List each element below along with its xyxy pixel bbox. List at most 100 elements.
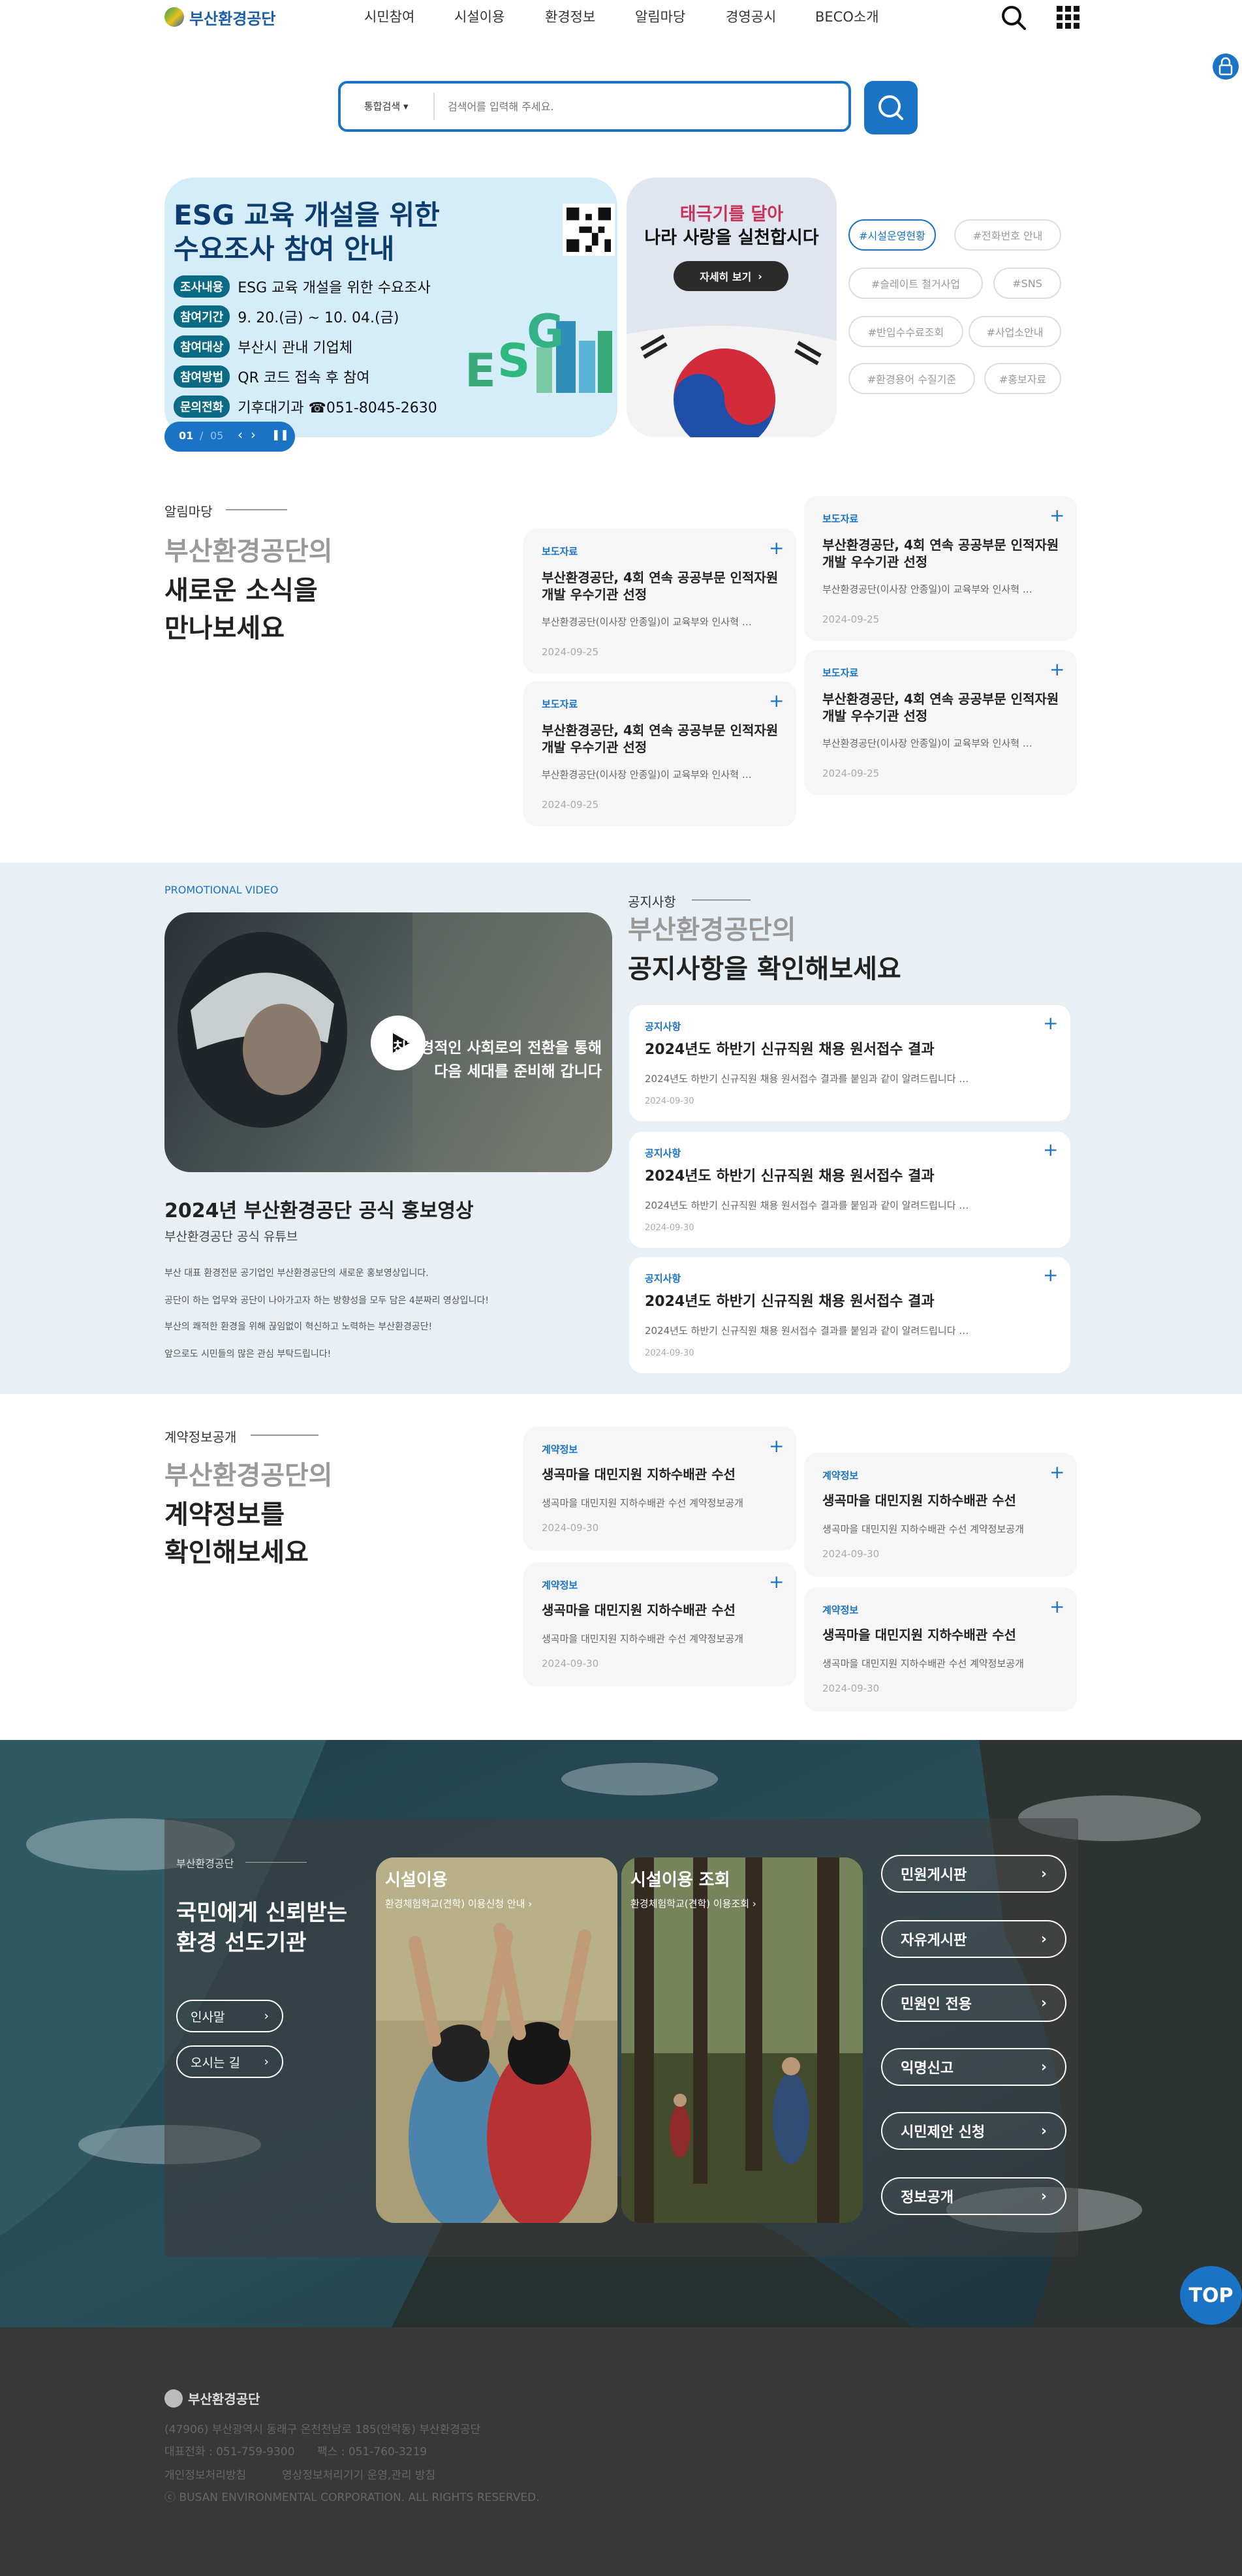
banner-row: 참여기간 9. 20.(금) ~ 10. 04.(금)	[174, 305, 399, 328]
banner-pause-icon[interactable]: ❚❚	[272, 428, 289, 441]
quick-link-free-board[interactable]: 자유게시판 ›	[881, 1920, 1066, 1958]
banner-prev-icon[interactable]: ‹	[238, 427, 243, 442]
quick-link-label: 민원인 전용	[901, 1996, 972, 2013]
promo-label: PROMOTIONAL VIDEO	[164, 884, 279, 896]
quick-link-label: 민원게시판	[901, 1867, 967, 1884]
footer-video-policy-link[interactable]: 영상정보처리기기 운영,관리 방침	[282, 2466, 435, 2482]
esg-banner[interactable]: ESG 교육 개설을 위한 수요조사 참여 안내 조사내용 ESG 교육 개설을 …	[164, 178, 617, 437]
about-slogan-line2: 환경 선도기관	[176, 1930, 307, 1956]
contract-card[interactable]: 계약정보 + 생곡마을 대민지원 지하수배관 수선 생곡마을 대민지원 지하수배…	[523, 1562, 796, 1686]
quick-link-petitioner[interactable]: 민원인 전용 ›	[881, 1984, 1066, 2022]
site-logo[interactable]: 부산환경공단	[164, 5, 275, 29]
news-title-line1: 새로운 소식을	[164, 576, 318, 606]
news-card[interactable]: 보도자료 + 부산환경공단, 4회 연속 공공부문 인적자원 개발 우수기관 선…	[804, 650, 1077, 795]
facility-card[interactable]: 시설이용 환경체험학교(견학) 이용신청 안내 ›	[376, 1857, 617, 2223]
search-divider	[433, 93, 435, 120]
contract-card[interactable]: 계약정보 + 생곡마을 대민지원 지하수배관 수선 생곡마을 대민지원 지하수배…	[523, 1427, 796, 1551]
search-category-select[interactable]: 통합검색 ▾	[364, 99, 409, 113]
quick-link-complaints[interactable]: 민원게시판 ›	[881, 1855, 1066, 1893]
notice-card[interactable]: 공지사항 + 2024년도 하반기 신규직원 채용 원서접수 결과 2024년도…	[629, 1132, 1070, 1248]
nav-item-participation[interactable]: 시민참여	[364, 7, 414, 26]
news-card[interactable]: 보도자료 + 부산환경공단, 4회 연속 공공부문 인적자원 개발 우수기관 선…	[804, 496, 1077, 641]
tag-fee-lookup[interactable]: #반입수수료조회	[848, 316, 963, 347]
banner-row-tag: 참여대상	[174, 335, 230, 358]
tag-facility-status[interactable]: #시설운영현황	[848, 219, 936, 251]
banner-row: 문의전화 기후대기과 ☎051-8045-2630	[174, 396, 437, 418]
banner-next-icon[interactable]: ›	[251, 427, 256, 442]
nav-item-env-info[interactable]: 환경정보	[545, 7, 595, 26]
footer-address: (47906) 부산광역시 동래구 온천천남로 185(안락동) 부산환경공단	[164, 2423, 481, 2436]
tag-pr-materials[interactable]: #홍보자료	[984, 363, 1061, 394]
banner-row-tag: 조사내용	[174, 275, 230, 298]
card-desc: 2024년도 하반기 신규직원 채용 원서접수 결과를 붙임과 같이 알려드립니…	[645, 1325, 969, 1337]
contract-card[interactable]: 계약정보 + 생곡마을 대민지원 지하수배관 수선 생곡마을 대민지원 지하수배…	[804, 1587, 1077, 1711]
banner-row: 참여방법 QR 코드 접속 후 참여	[174, 365, 370, 388]
news-card[interactable]: 보도자료 + 부산환경공단, 4회 연속 공공부문 인적자원 개발 우수기관 선…	[523, 681, 796, 826]
banner-title: ESG 교육 개설을 위한 수요조사 참여 안내	[174, 199, 440, 265]
card-category: 보도자료	[822, 513, 859, 525]
quick-link-anonymous-report[interactable]: 익명신고 ›	[881, 2048, 1066, 2086]
chevron-right-icon: ›	[528, 1898, 533, 1910]
flag-detail-button[interactable]: 자세히 보기 ›	[674, 261, 788, 291]
banner-row-value: ESG 교육 개설을 위한 수요조사	[238, 280, 431, 296]
contract-title-gray: 부산환경공단의	[164, 1461, 333, 1491]
card-title: 생곡마을 대민지원 지하수배관 수선	[542, 1602, 736, 1618]
search-icon	[878, 95, 903, 120]
search-icon[interactable]	[999, 3, 1029, 33]
tag-sns[interactable]: #SNS	[993, 268, 1061, 299]
children-photo	[376, 1857, 617, 2223]
tag-phone-guide[interactable]: #전화번호 안내	[954, 219, 1061, 251]
tag-slate-removal[interactable]: #슬레이트 철거사업	[848, 268, 983, 299]
promo-video[interactable]: 친환경적인 사회로의 전환을 통해 다음 세대를 준비해 갑니다	[164, 912, 612, 1172]
footer-logo: 부산환경공단	[164, 2389, 260, 2408]
card-title: 2024년도 하반기 신규직원 채용 원서접수 결과	[645, 1042, 935, 1058]
directions-button[interactable]: 오시는 길 ›	[176, 2045, 283, 2078]
chevron-right-icon: ›	[752, 1898, 756, 1910]
search-submit-button[interactable]	[864, 81, 918, 134]
chevron-right-icon: ›	[1040, 2058, 1047, 2075]
plus-icon: +	[769, 1571, 784, 1592]
facility-lookup-card-link[interactable]: 환경체험학교(견학) 이용조회 ›	[630, 1897, 756, 1910]
flag-banner[interactable]: 태극기를 달아 나라 사랑을 실천합시다 자세히 보기 ›	[627, 178, 837, 437]
contract-title-line2: 확인해보세요	[164, 1538, 309, 1568]
news-title-line2: 만나보세요	[164, 613, 285, 644]
nav-item-about[interactable]: BECO소개	[815, 7, 879, 26]
banner-row-value: 부산시 관내 기업체	[238, 340, 353, 356]
footer-privacy-link[interactable]: 개인정보처리방침	[164, 2466, 246, 2482]
notice-card[interactable]: 공지사항 + 2024년도 하반기 신규직원 채용 원서접수 결과 2024년도…	[629, 1005, 1070, 1121]
notice-card[interactable]: 공지사항 + 2024년도 하반기 신규직원 채용 원서접수 결과 2024년도…	[629, 1257, 1070, 1373]
card-desc: 생곡마을 대민지원 지하수배관 수선 계약정보공개	[822, 1658, 1024, 1669]
lock-icon[interactable]	[1213, 54, 1239, 80]
facility-lookup-card[interactable]: 시설이용 조회 환경체험학교(견학) 이용조회 ›	[621, 1857, 863, 2223]
video-caption-line1: 친환경적인 사회로의 전환을 통해	[392, 1040, 602, 1057]
directions-label: 오시는 길	[191, 2055, 240, 2070]
notice-label-line	[692, 899, 751, 901]
nav-item-notice[interactable]: 알림마당	[635, 7, 685, 26]
chevron-right-icon: ›	[758, 270, 762, 283]
promo-desc-4: 앞으로도 시민들의 많은 관심 부탁드립니다!	[164, 1349, 332, 1359]
facility-lookup-card-title: 시설이용 조회	[630, 1870, 730, 1890]
footer-copyright: ⓒ BUSAN ENVIRONMENTAL CORPORATION. ALL R…	[164, 2491, 540, 2504]
card-title: 2024년도 하반기 신규직원 채용 원서접수 결과	[645, 1168, 935, 1185]
news-card[interactable]: 보도자료 + 부산환경공단, 4회 연속 공공부문 인적자원 개발 우수기관 선…	[523, 529, 796, 674]
card-date: 2024-09-30	[645, 1348, 694, 1358]
scroll-top-button[interactable]: TOP	[1180, 2266, 1242, 2325]
quick-link-citizen-proposal[interactable]: 시민제안 신청 ›	[881, 2112, 1066, 2150]
contract-title-line1: 계약정보를	[164, 1500, 285, 1530]
nav-item-management[interactable]: 경영공시	[726, 7, 776, 26]
about-label-line	[245, 1862, 307, 1863]
quick-link-info-disclosure[interactable]: 정보공개 ›	[881, 2177, 1066, 2215]
tag-branch-guide[interactable]: #사업소안내	[969, 316, 1061, 347]
facility-card-link[interactable]: 환경체험학교(견학) 이용신청 안내 ›	[385, 1897, 532, 1910]
tag-env-terms[interactable]: #환경용어 수질기준	[848, 363, 975, 394]
banner-row-value: 9. 20.(금) ~ 10. 04.(금)	[238, 310, 399, 326]
greeting-button[interactable]: 인사말 ›	[176, 2000, 283, 2032]
contract-card[interactable]: 계약정보 + 생곡마을 대민지원 지하수배관 수선 생곡마을 대민지원 지하수배…	[804, 1453, 1077, 1577]
card-category: 계약정보	[822, 1604, 859, 1616]
card-title: 생곡마을 대민지원 지하수배관 수선	[822, 1627, 1016, 1643]
banner-row: 조사내용 ESG 교육 개설을 위한 수요조사	[174, 275, 431, 298]
nav-item-facilities[interactable]: 시설이용	[454, 7, 505, 26]
esg-illustration: ESG	[458, 295, 617, 397]
search-input[interactable]	[448, 93, 813, 120]
grid-menu-icon[interactable]	[1053, 3, 1083, 33]
